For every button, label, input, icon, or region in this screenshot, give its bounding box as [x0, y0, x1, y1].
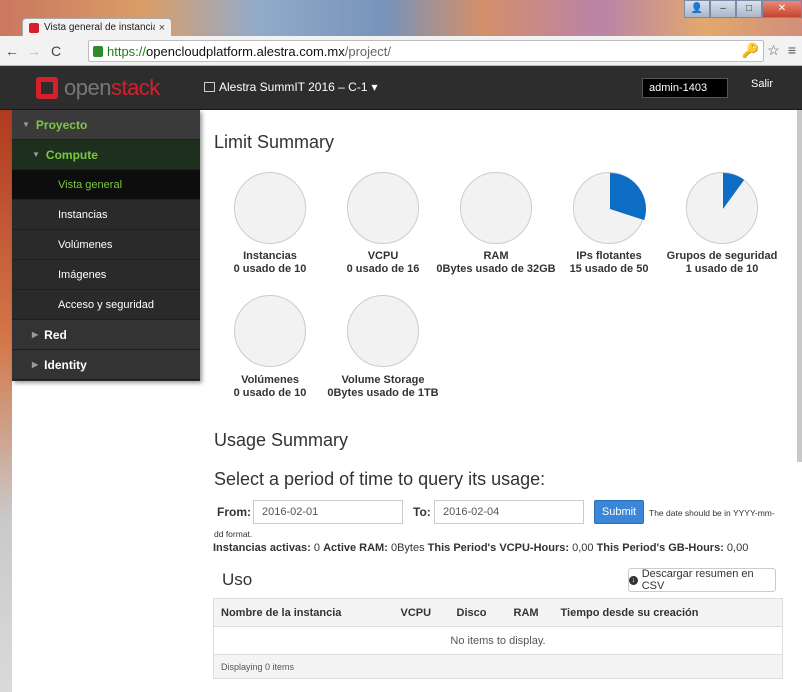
limit-pie-chart [347, 172, 419, 244]
caret-right-icon: ▶ [32, 330, 39, 339]
stat-value: 0,00 [572, 542, 594, 554]
openstack-logo[interactable]: openstack [36, 75, 160, 101]
menu-icon[interactable]: ≡ [788, 42, 796, 59]
stat-label: Active RAM: [323, 542, 388, 554]
forward-icon[interactable]: → [24, 43, 44, 59]
project-name: Alestra SummIT 2016 – C-1 [219, 80, 368, 94]
logout-link[interactable]: Salir [751, 78, 773, 90]
project-selector[interactable]: Alestra SummIT 2016 – C-1 ▾ [204, 80, 378, 94]
openstack-favicon-icon [29, 22, 39, 33]
back-icon[interactable]: ← [2, 43, 22, 59]
usage-table: Nombre de la instancia VCPU Disco RAM Ti… [213, 598, 783, 679]
limit-name: Volume Storage [341, 374, 425, 386]
limit-pie-chart [460, 172, 532, 244]
download-icon: ↓ [629, 575, 638, 585]
browser-tab[interactable]: Vista general de instancia × [22, 18, 172, 36]
limit-usage: 0Bytes usado de 1TB [327, 387, 439, 399]
uso-title: Uso [222, 570, 253, 589]
logo-text-open: open [64, 75, 111, 100]
window-user-icon[interactable]: 👤 [684, 0, 710, 18]
page-scrollbar[interactable] [797, 110, 802, 462]
tab-title: Vista general de instancia [44, 22, 155, 33]
caret-right-icon: ▶ [32, 360, 39, 369]
openstack-logo-icon [36, 77, 58, 99]
column-header[interactable]: Tiempo desde su creación [553, 598, 783, 627]
pie-slice [610, 173, 647, 221]
window-minimize-button[interactable]: – [710, 0, 736, 18]
sidebar-red[interactable]: ▶ Red [12, 320, 200, 350]
caret-down-icon: ▼ [22, 120, 30, 129]
openstack-header: openstack Alestra SummIT 2016 – C-1 ▾ ad… [0, 66, 802, 110]
usage-stats-line: Instancias activas: 0 Active RAM: 0Bytes… [213, 542, 748, 554]
sidebar: ▼ Proyecto ▼ Compute Vista general Insta… [12, 110, 200, 381]
lock-icon [93, 45, 103, 57]
empty-table-message: No items to display. [213, 626, 783, 655]
from-label: From: [217, 505, 251, 519]
column-header[interactable]: RAM [506, 598, 554, 627]
limit-pie-chart [686, 172, 758, 244]
table-footer-count: Displaying 0 items [213, 654, 783, 679]
stat-label: This Period's GB-Hours: [596, 542, 724, 554]
user-menu[interactable]: admin-1403 [642, 78, 728, 98]
column-header[interactable]: VCPU [393, 598, 450, 627]
limit-pie-chart [234, 172, 306, 244]
reload-icon[interactable]: C [46, 43, 66, 59]
limit-usage: 1 usado de 10 [685, 263, 759, 275]
limit-pie-chart [347, 295, 419, 367]
limit-label: Grupos de seguridad 1 usado de 10 [652, 250, 792, 276]
key-icon[interactable]: 🔑 [742, 42, 759, 59]
address-bar[interactable]: https:// opencloudplatform.alestra.com.m… [88, 40, 764, 62]
stat-value: 0,00 [726, 542, 749, 554]
sidebar-item-volumenes[interactable]: Volúmenes [12, 230, 200, 260]
limit-name: Grupos de seguridad [666, 250, 778, 262]
submit-button[interactable]: Submit [594, 500, 644, 524]
stat-label: This Period's VCPU-Hours: [427, 542, 570, 554]
limit-pie-chart [573, 172, 647, 244]
query-period-title: Select a period of time to query its usa… [214, 469, 546, 489]
stat-value: 0Bytes [390, 542, 425, 554]
date-format-hint-cont: dd format. [214, 529, 253, 539]
sidebar-proyecto[interactable]: ▼ Proyecto [12, 110, 200, 140]
caret-down-icon: ▼ [32, 150, 40, 159]
date-format-hint: The date should be in YYYY-mm- [649, 508, 775, 518]
sidebar-item-acceso-seguridad[interactable]: Acceso y seguridad [12, 290, 200, 320]
download-csv-label: Descargar resumen en CSV [641, 568, 754, 592]
sidebar-compute-label: Compute [45, 147, 98, 162]
to-date-input[interactable]: 2016-02-04 [434, 500, 584, 524]
stat-value: 0 [313, 542, 321, 554]
sidebar-compute[interactable]: ▼ Compute [12, 140, 200, 170]
download-csv-button[interactable]: ↓ Descargar resumen en CSV [628, 568, 776, 592]
star-icon[interactable]: ☆ [767, 42, 780, 59]
window-maximize-button[interactable]: □ [736, 0, 762, 18]
logo-text-stack: stack [110, 75, 160, 100]
usage-summary-title: Usage Summary [214, 430, 349, 450]
window-controls: 👤 – □ ✕ [684, 0, 802, 18]
url-path: /project/ [344, 43, 391, 59]
to-label: To: [413, 505, 431, 519]
from-date-input[interactable]: 2016-02-01 [253, 500, 403, 524]
sidebar-proyecto-label: Proyecto [35, 117, 88, 132]
sidebar-item-instancias[interactable]: Instancias [12, 200, 200, 230]
browser-tab-strip: Vista general de instancia × 👤 – □ ✕ [0, 0, 802, 36]
stat-label: Instancias activas: [213, 542, 311, 554]
browser-toolbar: ← → C https:// opencloudplatform.alestra… [0, 36, 802, 66]
sidebar-item-imagenes[interactable]: Imágenes [12, 260, 200, 290]
column-header[interactable]: Nombre de la instancia [213, 598, 394, 627]
sidebar-identity-label: Identity [44, 357, 87, 372]
sidebar-identity[interactable]: ▶ Identity [12, 350, 200, 380]
sidebar-red-label: Red [44, 327, 67, 342]
limit-summary-title: Limit Summary [214, 132, 335, 152]
pie-slice [723, 173, 745, 209]
column-header[interactable]: Disco [449, 598, 507, 627]
sidebar-item-vista-general[interactable]: Vista general [12, 170, 200, 200]
tab-close-icon[interactable]: × [159, 22, 165, 34]
project-icon [204, 82, 215, 92]
limit-pie-chart [234, 295, 306, 367]
chevron-down-icon: ▾ [371, 80, 378, 94]
background-strip [0, 110, 12, 692]
url-scheme: https:// [107, 43, 147, 59]
url-host: opencloudplatform.alestra.com.mx [146, 43, 345, 59]
window-close-button[interactable]: ✕ [762, 0, 802, 18]
limit-label: Volume Storage 0Bytes usado de 1TB [313, 374, 453, 400]
